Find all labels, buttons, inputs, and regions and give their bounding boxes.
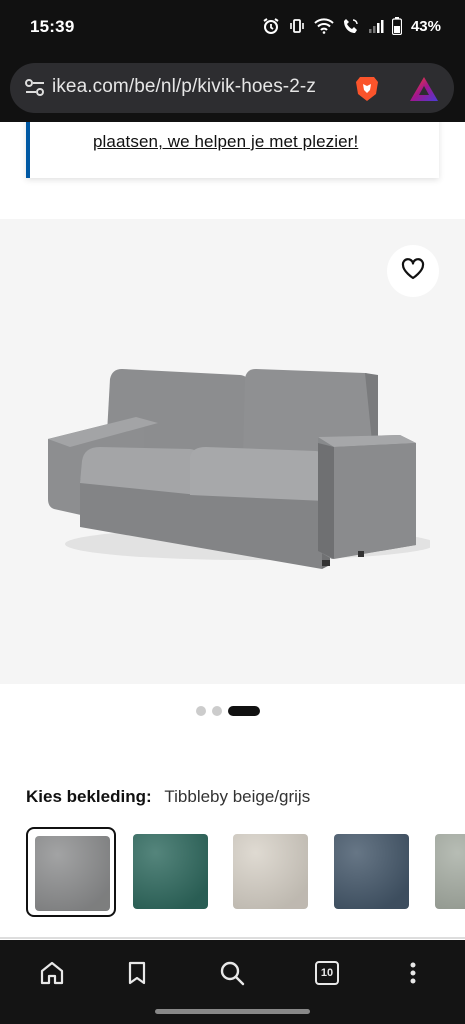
- wifi-icon: [314, 18, 334, 34]
- battery-icon: [391, 17, 402, 35]
- swatch-3-fabric: [233, 834, 308, 909]
- swatch-2[interactable]: [126, 827, 216, 917]
- browser-bottom-bar: 10: [0, 940, 465, 1024]
- battery-percentage: 43%: [410, 17, 441, 35]
- tabs-button[interactable]: 10: [312, 958, 342, 988]
- section-divider: [0, 937, 465, 939]
- status-time: 15:39: [30, 17, 75, 36]
- swatch-5-fabric: [435, 834, 465, 909]
- swatch-5[interactable]: [428, 827, 465, 917]
- swatch-4[interactable]: [327, 827, 417, 917]
- swatch-4-fabric: [334, 834, 409, 909]
- gallery-dot-2[interactable]: [212, 706, 222, 716]
- help-notice: plaatsen, we helpen je met plezier!: [26, 122, 439, 178]
- more-vertical-icon: [410, 962, 416, 984]
- address-bar[interactable]: ikea.com/be/nl/p/kivik-hoes-2-z: [10, 63, 454, 113]
- search-button[interactable]: [217, 958, 247, 988]
- status-icons: 43%: [262, 17, 441, 35]
- web-content: plaatsen, we helpen je met plezier! Kies…: [0, 122, 465, 940]
- search-icon: [220, 961, 245, 986]
- home-icon: [40, 961, 64, 985]
- alarm-icon: [262, 17, 280, 35]
- sofa-illustration: [48, 369, 430, 569]
- upholstery-selector-heading: Kies bekleding: Tibbleby beige/grijs: [26, 787, 310, 807]
- bookmark-icon: [128, 961, 146, 985]
- vibrate-icon: [288, 17, 306, 35]
- gallery-dot-1[interactable]: [196, 706, 206, 716]
- product-image[interactable]: [0, 219, 465, 684]
- heart-icon: [401, 257, 425, 285]
- swatch-1[interactable]: [26, 827, 116, 917]
- menu-button[interactable]: [398, 958, 428, 988]
- home-button[interactable]: [37, 958, 67, 988]
- upholstery-swatches: [26, 827, 465, 917]
- gesture-handle[interactable]: [155, 1009, 310, 1014]
- upholstery-label: Kies bekleding:: [26, 787, 152, 806]
- help-link[interactable]: plaatsen, we helpen je met plezier!: [93, 132, 358, 152]
- brave-shields-icon[interactable]: [352, 74, 382, 109]
- url-text[interactable]: ikea.com/be/nl/p/kivik-hoes-2-z: [52, 76, 348, 98]
- gallery-dot-3[interactable]: [228, 706, 260, 716]
- status-bar: 15:39 43%: [0, 0, 465, 56]
- tab-count: 10: [315, 961, 339, 985]
- swatch-1-fabric: [35, 836, 110, 911]
- swatch-3[interactable]: [226, 827, 316, 917]
- favorite-button[interactable]: [387, 245, 439, 297]
- swatch-2-fabric: [133, 834, 208, 909]
- upholstery-value: Tibbleby beige/grijs: [164, 787, 311, 806]
- bookmarks-button[interactable]: [122, 958, 152, 988]
- wifi-calling-icon: [342, 17, 360, 35]
- signal-icon: [368, 18, 384, 34]
- brave-rewards-icon[interactable]: [408, 75, 440, 108]
- browser-toolbar: ikea.com/be/nl/p/kivik-hoes-2-z: [0, 56, 465, 122]
- site-settings-icon[interactable]: [24, 78, 46, 103]
- gallery-pagination: [196, 706, 260, 716]
